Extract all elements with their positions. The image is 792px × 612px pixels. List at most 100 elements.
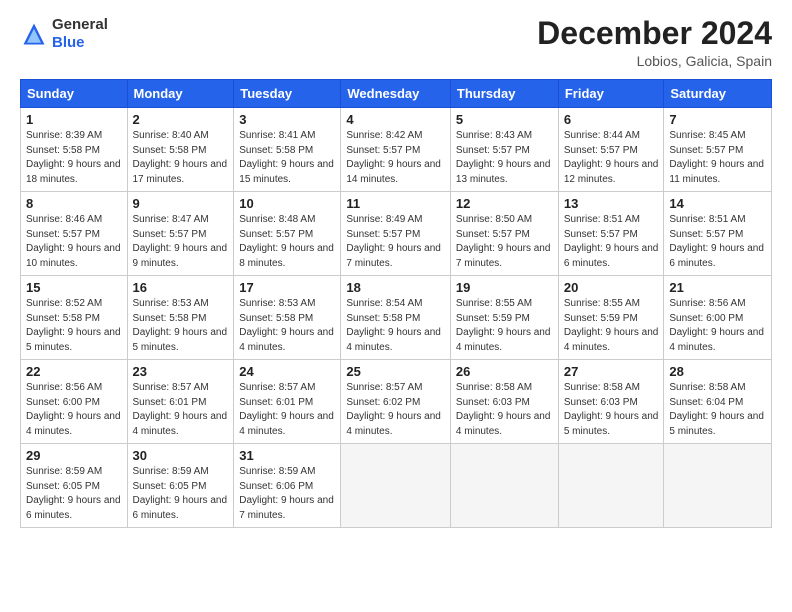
day-info: Sunrise: 8:46 AMSunset: 5:57 PMDaylight:… [26,213,122,271]
day-info: Sunrise: 8:56 AMSunset: 6:00 PMDaylight:… [669,297,766,355]
calendar-cell: 19 Sunrise: 8:55 AMSunset: 5:59 PMDayligh… [450,276,558,360]
day-info: Sunrise: 8:57 AMSunset: 6:01 PMDaylight:… [133,381,229,439]
header: General Blue December 2024 Lobios, Galic… [20,16,772,69]
calendar-cell: 9 Sunrise: 8:47 AMSunset: 5:57 PMDaylight… [127,192,234,276]
day-info: Sunrise: 8:47 AMSunset: 5:57 PMDaylight:… [133,213,229,271]
day-info: Sunrise: 8:56 AMSunset: 6:00 PMDaylight:… [26,381,122,439]
day-info: Sunrise: 8:59 AMSunset: 6:05 PMDaylight:… [133,465,229,523]
calendar-cell: 11Sunrise: 8:49 AMSunset: 5:57 PMDayligh… [341,192,451,276]
weekday-header-thursday: Thursday [450,80,558,108]
logo-text: General Blue [52,16,108,52]
day-number: 13 [564,196,659,211]
day-info: Sunrise: 8:59 AMSunset: 6:05 PMDaylight:… [26,465,122,523]
logo-blue: Blue [52,34,108,52]
day-number: 22 [26,364,122,379]
calendar-cell: 5 Sunrise: 8:43 AMSunset: 5:57 PMDaylight… [450,108,558,192]
calendar-week-2: 8Sunrise: 8:46 AMSunset: 5:57 PMDaylight… [21,192,772,276]
day-info: Sunrise: 8:49 AMSunset: 5:57 PMDaylight:… [346,213,445,271]
calendar-cell: 21 Sunrise: 8:56 AMSunset: 6:00 PMDayligh… [664,276,772,360]
day-info: Sunrise: 8:50 AMSunset: 5:57 PMDaylight:… [456,213,553,271]
calendar-cell: 27Sunrise: 8:58 AMSunset: 6:03 PMDayligh… [558,360,664,444]
day-number: 1 [26,112,122,127]
calendar-cell: 29 Sunrise: 8:59 AMSunset: 6:05 PMDayligh… [21,444,128,528]
day-info: Sunrise: 8:59 AMSunset: 6:06 PMDaylight:… [239,465,335,523]
day-number: 29 [26,448,122,463]
calendar-cell: 23Sunrise: 8:57 AMSunset: 6:01 PMDayligh… [127,360,234,444]
day-number: 3 [239,112,335,127]
weekday-header-wednesday: Wednesday [341,80,451,108]
day-number: 2 [133,112,229,127]
month-title: December 2024 [537,16,772,51]
calendar-week-3: 15 Sunrise: 8:52 AMSunset: 5:58 PMDayligh… [21,276,772,360]
logo-general: General [52,16,108,34]
calendar-week-4: 22 Sunrise: 8:56 AMSunset: 6:00 PMDayligh… [21,360,772,444]
day-number: 25 [346,364,445,379]
calendar-cell: 13 Sunrise: 8:51 AMSunset: 5:57 PMDayligh… [558,192,664,276]
day-info: Sunrise: 8:45 AMSunset: 5:57 PMDaylight:… [669,129,766,187]
calendar-cell: 15 Sunrise: 8:52 AMSunset: 5:58 PMDayligh… [21,276,128,360]
calendar-cell: 3 Sunrise: 8:41 AMSunset: 5:58 PMDaylight… [234,108,341,192]
calendar-cell: 28 Sunrise: 8:58 AMSunset: 6:04 PMDayligh… [664,360,772,444]
weekday-header-saturday: Saturday [664,80,772,108]
day-number: 7 [669,112,766,127]
day-info: Sunrise: 8:57 AMSunset: 6:02 PMDaylight:… [346,381,445,439]
day-info: Sunrise: 8:51 AMSunset: 5:57 PMDaylight:… [669,213,766,271]
day-number: 31 [239,448,335,463]
day-number: 16 [133,280,229,295]
calendar-cell: 17Sunrise: 8:53 AMSunset: 5:58 PMDayligh… [234,276,341,360]
weekday-header-sunday: Sunday [21,80,128,108]
calendar-cell: 10Sunrise: 8:48 AMSunset: 5:57 PMDayligh… [234,192,341,276]
day-info: Sunrise: 8:53 AMSunset: 5:58 PMDaylight:… [239,297,335,355]
logo-icon [20,20,48,48]
day-number: 6 [564,112,659,127]
day-info: Sunrise: 8:42 AMSunset: 5:57 PMDaylight:… [346,129,445,187]
day-number: 21 [669,280,766,295]
calendar-cell: 1 Sunrise: 8:39 AMSunset: 5:58 PMDaylight… [21,108,128,192]
day-info: Sunrise: 8:58 AMSunset: 6:03 PMDaylight:… [564,381,659,439]
weekday-header-tuesday: Tuesday [234,80,341,108]
day-info: Sunrise: 8:52 AMSunset: 5:58 PMDaylight:… [26,297,122,355]
calendar-cell: 12Sunrise: 8:50 AMSunset: 5:57 PMDayligh… [450,192,558,276]
calendar-cell: 30Sunrise: 8:59 AMSunset: 6:05 PMDayligh… [127,444,234,528]
calendar-cell: 25 Sunrise: 8:57 AMSunset: 6:02 PMDayligh… [341,360,451,444]
calendar-cell: 24 Sunrise: 8:57 AMSunset: 6:01 PMDayligh… [234,360,341,444]
title-area: December 2024 Lobios, Galicia, Spain [537,16,772,69]
calendar-cell [558,444,664,528]
calendar-cell [664,444,772,528]
day-info: Sunrise: 8:58 AMSunset: 6:03 PMDaylight:… [456,381,553,439]
day-number: 15 [26,280,122,295]
logo: General Blue [20,16,108,52]
day-info: Sunrise: 8:51 AMSunset: 5:57 PMDaylight:… [564,213,659,271]
calendar-cell: 4Sunrise: 8:42 AMSunset: 5:57 PMDaylight… [341,108,451,192]
weekday-header-monday: Monday [127,80,234,108]
day-info: Sunrise: 8:55 AMSunset: 5:59 PMDaylight:… [456,297,553,355]
calendar-cell: 22 Sunrise: 8:56 AMSunset: 6:00 PMDayligh… [21,360,128,444]
day-number: 5 [456,112,553,127]
day-info: Sunrise: 8:43 AMSunset: 5:57 PMDaylight:… [456,129,553,187]
day-number: 14 [669,196,766,211]
day-number: 9 [133,196,229,211]
day-info: Sunrise: 8:44 AMSunset: 5:57 PMDaylight:… [564,129,659,187]
day-info: Sunrise: 8:41 AMSunset: 5:58 PMDaylight:… [239,129,335,187]
page: General Blue December 2024 Lobios, Galic… [0,0,792,612]
calendar-cell [341,444,451,528]
calendar-cell [450,444,558,528]
day-number: 20 [564,280,659,295]
calendar-cell: 31 Sunrise: 8:59 AMSunset: 6:06 PMDayligh… [234,444,341,528]
calendar-cell: 18Sunrise: 8:54 AMSunset: 5:58 PMDayligh… [341,276,451,360]
day-info: Sunrise: 8:58 AMSunset: 6:04 PMDaylight:… [669,381,766,439]
calendar-cell: 8Sunrise: 8:46 AMSunset: 5:57 PMDaylight… [21,192,128,276]
day-info: Sunrise: 8:54 AMSunset: 5:58 PMDaylight:… [346,297,445,355]
day-number: 24 [239,364,335,379]
day-number: 26 [456,364,553,379]
calendar-week-1: 1 Sunrise: 8:39 AMSunset: 5:58 PMDaylight… [21,108,772,192]
day-info: Sunrise: 8:39 AMSunset: 5:58 PMDaylight:… [26,129,122,187]
calendar-cell: 16Sunrise: 8:53 AMSunset: 5:58 PMDayligh… [127,276,234,360]
day-info: Sunrise: 8:57 AMSunset: 6:01 PMDaylight:… [239,381,335,439]
day-number: 28 [669,364,766,379]
day-number: 19 [456,280,553,295]
day-info: Sunrise: 8:48 AMSunset: 5:57 PMDaylight:… [239,213,335,271]
calendar-table: SundayMondayTuesdayWednesdayThursdayFrid… [20,79,772,528]
calendar-cell: 2Sunrise: 8:40 AMSunset: 5:58 PMDaylight… [127,108,234,192]
location-subtitle: Lobios, Galicia, Spain [537,53,772,69]
